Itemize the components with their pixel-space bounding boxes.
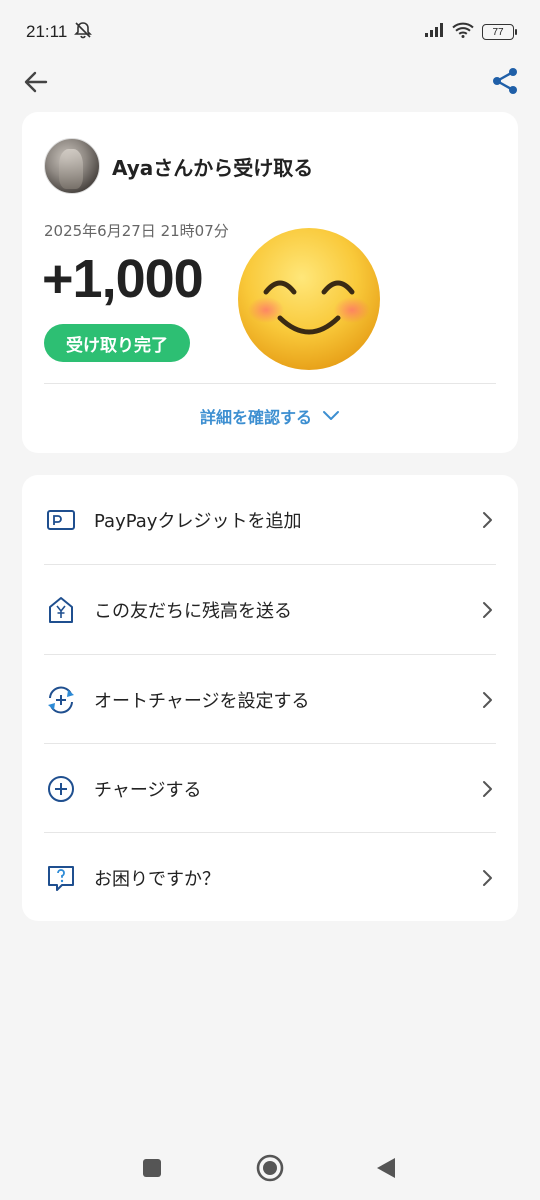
recents-button[interactable] bbox=[134, 1152, 170, 1188]
credit-card-icon bbox=[44, 503, 78, 537]
wifi-icon bbox=[452, 22, 474, 42]
triangle-back-icon bbox=[375, 1156, 397, 1184]
mute-bell-icon bbox=[73, 20, 93, 44]
plus-circle-icon bbox=[44, 772, 78, 806]
view-details-link[interactable]: 詳細を確認する bbox=[22, 404, 518, 428]
sender-title: Ayaさんから受け取る bbox=[112, 155, 314, 180]
home-circle-icon bbox=[255, 1153, 285, 1187]
avatar bbox=[44, 138, 100, 194]
transaction-amount: +1,000 bbox=[42, 249, 204, 309]
smiling-face-emoji bbox=[236, 226, 382, 372]
status-time: 21:11 bbox=[26, 22, 68, 41]
back-button[interactable] bbox=[20, 68, 52, 100]
status-bar: 21:11 77 bbox=[0, 0, 540, 64]
app-bar bbox=[0, 60, 540, 106]
status-badge: 受け取り完了 bbox=[44, 324, 190, 362]
arrow-left-icon bbox=[23, 69, 49, 99]
battery-icon: 77 bbox=[482, 24, 517, 40]
chevron-right-icon bbox=[478, 600, 498, 620]
menu-item-add-credit[interactable]: PayPayクレジットを追加 bbox=[22, 475, 518, 564]
menu-item-label: チャージする bbox=[94, 779, 202, 801]
menu-item-send-balance[interactable]: この友だちに残高を送る bbox=[22, 565, 518, 654]
menu-item-charge[interactable]: チャージする bbox=[22, 744, 518, 833]
divider bbox=[44, 383, 496, 384]
square-icon bbox=[141, 1157, 163, 1183]
menu-item-label: この友だちに残高を送る bbox=[94, 600, 292, 622]
menu-item-label: オートチャージを設定する bbox=[94, 690, 310, 712]
transaction-date: 2025年6月27日 21時07分 bbox=[44, 222, 229, 240]
yen-house-icon bbox=[44, 593, 78, 627]
menu-item-label: お困りですか？ bbox=[94, 868, 220, 890]
chevron-right-icon bbox=[478, 510, 498, 530]
auto-charge-icon bbox=[44, 683, 78, 717]
chevron-right-icon bbox=[478, 779, 498, 799]
chevron-right-icon bbox=[478, 690, 498, 710]
help-bubble-icon bbox=[44, 861, 78, 895]
share-icon bbox=[490, 66, 520, 100]
back-nav-button[interactable] bbox=[368, 1152, 404, 1188]
chevron-down-icon bbox=[322, 407, 340, 426]
menu-item-label: PayPayクレジットを追加 bbox=[94, 510, 302, 532]
sender-row: Ayaさんから受け取る bbox=[44, 138, 313, 194]
home-button[interactable] bbox=[252, 1152, 288, 1188]
details-link-label: 詳細を確認する bbox=[199, 408, 312, 427]
signal-icon bbox=[424, 22, 444, 42]
transaction-card: Ayaさんから受け取る 2025年6月27日 21時07分 +1,000 受け取… bbox=[22, 112, 518, 453]
menu-item-help[interactable]: お困りですか？ bbox=[22, 833, 518, 922]
menu-item-auto-charge[interactable]: オートチャージを設定する bbox=[22, 655, 518, 744]
share-button[interactable] bbox=[488, 66, 522, 100]
actions-menu: PayPayクレジットを追加 この友だちに残高を送る オートチャージを設定する … bbox=[22, 475, 518, 921]
system-nav-bar bbox=[0, 1140, 540, 1200]
chevron-right-icon bbox=[478, 868, 498, 888]
